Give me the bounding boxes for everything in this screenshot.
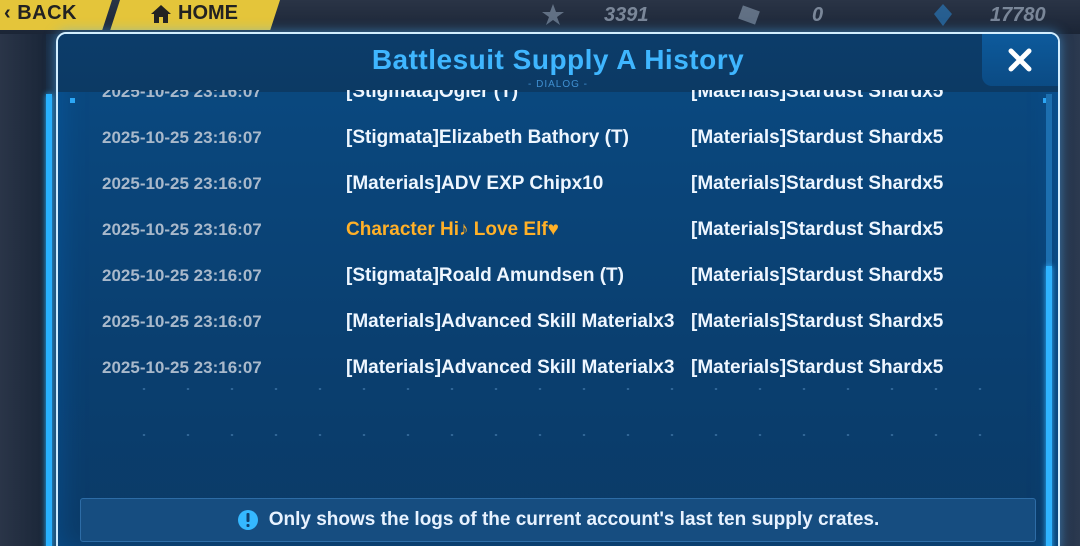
resource-value-2: 0 bbox=[812, 4, 824, 26]
notice-text: Only shows the logs of the current accou… bbox=[268, 509, 880, 530]
scrollbar-thumb[interactable] bbox=[1046, 266, 1052, 546]
back-button[interactable]: ‹ BACK bbox=[0, 0, 110, 30]
close-icon bbox=[1008, 48, 1032, 72]
home-label: HOME bbox=[178, 2, 238, 24]
row-date: 2025-10-25 23:16:07 bbox=[102, 128, 262, 147]
star-icon bbox=[542, 4, 564, 25]
chevron-left-icon: ‹ bbox=[4, 2, 18, 24]
row-date: 2025-10-25 23:16:07 bbox=[102, 358, 262, 377]
row-item: [Materials]Advanced Skill Materialx3 bbox=[346, 311, 675, 332]
row-reward: [Materials]Stardust Shardx5 bbox=[691, 173, 944, 194]
dialog-left-accent bbox=[46, 94, 52, 546]
history-row: 2025-10-25 23:16:07 [Materials]Advanced … bbox=[58, 310, 1058, 356]
top-bar: ‹ BACK HOME 3391 0 17780 bbox=[0, 0, 1080, 34]
game-screen: ‹ BACK HOME 3391 0 17780 Battlesuit Supp… bbox=[0, 0, 1080, 546]
history-row: 2025-10-25 23:16:07 [Materials]ADV EXP C… bbox=[58, 172, 1058, 218]
history-row: 2025-10-25 23:16:07 [Materials]Advanced … bbox=[58, 356, 1058, 402]
row-reward: [Materials]Stardust Shardx5 bbox=[691, 265, 944, 286]
notice-banner: Only shows the logs of the current accou… bbox=[80, 498, 1036, 542]
row-item: [Materials]ADV EXP Chipx10 bbox=[346, 173, 604, 194]
home-button[interactable]: HOME bbox=[120, 0, 280, 30]
row-item: [Stigmata]Elizabeth Bathory (T) bbox=[346, 127, 629, 148]
dialog-subtitle: - DIALOG - bbox=[527, 79, 588, 90]
history-row: 2025-10-25 23:16:07 [Stigmata]Ogier (T) … bbox=[58, 90, 1058, 126]
history-row: 2025-10-25 23:16:07 [Stigmata]Elizabeth … bbox=[58, 126, 1058, 172]
crystal-icon bbox=[934, 4, 952, 26]
dialog-header: Battlesuit Supply A History - DIALOG - bbox=[58, 34, 1058, 92]
row-date: 2025-10-25 23:16:07 bbox=[102, 220, 262, 239]
row-divider bbox=[122, 434, 1002, 436]
row-reward: [Materials]Stardust Shardx5 bbox=[691, 311, 944, 332]
row-reward: [Materials]Stardust Shardx5 bbox=[691, 357, 944, 378]
row-item: [Materials]Advanced Skill Materialx3 bbox=[346, 357, 675, 378]
home-icon bbox=[151, 4, 171, 23]
close-button[interactable] bbox=[982, 34, 1058, 86]
background-left-panel bbox=[0, 34, 46, 546]
history-row: 2025-10-25 23:16:07 Character Hi♪ Love E… bbox=[58, 218, 1058, 264]
row-item: [Stigmata]Roald Amundsen (T) bbox=[346, 265, 624, 286]
history-row: 2025-10-25 23:16:07 [Stigmata]Roald Amun… bbox=[58, 264, 1058, 310]
row-reward: [Materials]Stardust Shardx5 bbox=[691, 127, 944, 148]
row-date: 2025-10-25 23:16:07 bbox=[102, 266, 262, 285]
row-item-highlight: Character Hi♪ Love Elf♥ bbox=[346, 219, 559, 240]
row-date: 2025-10-25 23:16:07 bbox=[102, 90, 262, 101]
row-divider bbox=[122, 388, 1002, 390]
back-label: BACK bbox=[17, 2, 77, 24]
row-item: [Stigmata]Ogier (T) bbox=[346, 90, 519, 102]
row-reward: [Materials]Stardust Shardx5 bbox=[691, 219, 944, 240]
resource-value-1: 3391 bbox=[604, 4, 649, 26]
info-icon bbox=[237, 510, 258, 530]
history-list[interactable]: 2025-10-25 23:16:07 [Stigmata]Ogier (T) … bbox=[58, 90, 1058, 490]
history-dialog: Battlesuit Supply A History - DIALOG - 2… bbox=[46, 32, 1060, 546]
dialog-title: Battlesuit Supply A History bbox=[371, 44, 745, 75]
row-date: 2025-10-25 23:16:07 bbox=[102, 174, 262, 193]
resource-value-3: 17780 bbox=[990, 4, 1046, 26]
row-reward: [Materials]Stardust Shardx5 bbox=[691, 90, 944, 102]
row-date: 2025-10-25 23:16:07 bbox=[102, 312, 262, 331]
crystal-pack-icon bbox=[738, 5, 760, 25]
